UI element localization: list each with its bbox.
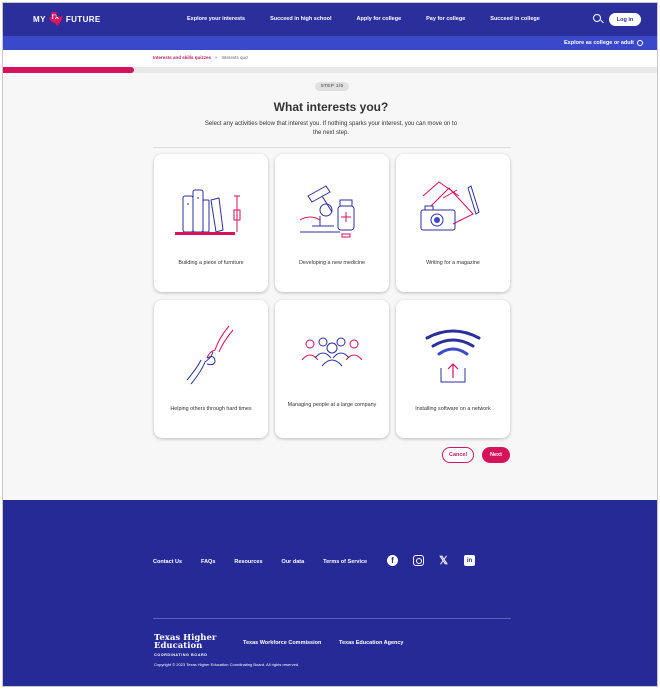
activity-card-label: Installing software on a network	[415, 406, 491, 412]
nav-explore-interests[interactable]: Explore your interests	[187, 16, 245, 22]
main-nav: Explore your interests Succeed in high s…	[187, 16, 565, 22]
footer-link-resources[interactable]: Resources	[234, 559, 262, 565]
texas-shape-icon: TX	[48, 12, 63, 26]
explore-label: Explore as college or adult	[564, 40, 634, 46]
sub-bar: Explore as college or adult	[3, 36, 657, 50]
breadcrumb: Interests and skills quizzes » Interests…	[153, 55, 248, 60]
divider	[153, 147, 511, 148]
footer-links: Contact Us FAQs Resources Our data Terms…	[153, 559, 386, 565]
helping-hands-icon	[186, 325, 234, 385]
microscope-icon	[299, 185, 355, 238]
page-title: What interests you?	[273, 100, 389, 114]
activity-card-magazine[interactable]: Writing for a magazine	[396, 154, 510, 292]
logo-my: MY	[33, 14, 46, 24]
activity-card-software[interactable]: Installing software on a network	[396, 300, 510, 438]
login-button[interactable]: Log in	[609, 13, 641, 26]
x-icon[interactable]: 𝕏	[438, 555, 449, 567]
top-nav: MY TX FUTURE Explore your interests Succ…	[3, 3, 657, 36]
quiz-content: STEP 1/5 What interests you? Select any …	[3, 73, 657, 500]
activity-card-label: Developing a new medicine	[299, 260, 365, 266]
nav-apply-college[interactable]: Apply for college	[357, 16, 402, 22]
activity-card-label: Managing people at a large company	[287, 402, 377, 408]
activity-card-furniture[interactable]: Building a piece of furniture	[154, 154, 268, 292]
site-logo[interactable]: MY TX FUTURE	[33, 12, 101, 26]
footer-link-faqs[interactable]: FAQs	[201, 559, 215, 565]
nav-succeed-high-school[interactable]: Succeed in high school	[270, 16, 331, 22]
footer-divider	[153, 618, 511, 619]
footer-link-our-data[interactable]: Our data	[282, 559, 305, 565]
footer-link-terms[interactable]: Terms of Service	[323, 559, 367, 565]
partner-tea-link[interactable]: Texas Education Agency	[339, 640, 404, 646]
camera-icon	[420, 181, 480, 231]
activity-card-medicine[interactable]: Developing a new medicine	[275, 154, 389, 292]
step-indicator: STEP 1/5	[315, 82, 349, 91]
partner-twc-link[interactable]: Texas Workforce Commission	[243, 640, 321, 646]
activity-card-label: Building a piece of furniture	[178, 260, 244, 266]
footer: Contact Us FAQs Resources Our data Terms…	[3, 500, 657, 686]
page-subtitle: Select any activities below that interes…	[204, 121, 458, 136]
breadcrumb-separator: »	[215, 55, 218, 60]
next-button[interactable]: Next	[482, 447, 510, 463]
activity-card-label: Helping others through hard times	[170, 406, 252, 412]
logo-tx: TX	[50, 15, 60, 21]
explore-as-adult-link[interactable]: Explore as college or adult	[564, 40, 643, 46]
activity-card-helping[interactable]: Helping others through hard times	[154, 300, 268, 438]
breadcrumb-parent[interactable]: Interests and skills quizzes	[153, 55, 211, 60]
cancel-button[interactable]: Cancel	[442, 447, 474, 463]
breadcrumb-current: Interests quiz	[221, 55, 249, 60]
linkedin-icon[interactable]: in	[464, 555, 475, 566]
activity-card-label: Writing for a magazine	[426, 260, 480, 266]
activity-card-managing[interactable]: Managing people at a large company	[275, 300, 389, 438]
arrow-circle-icon	[637, 40, 643, 46]
thecb-line2: Education	[154, 641, 203, 651]
instagram-icon[interactable]	[413, 555, 424, 566]
facebook-icon[interactable]: f	[387, 555, 398, 566]
nav-pay-college[interactable]: Pay for college	[426, 16, 465, 22]
nav-succeed-college[interactable]: Succeed in college	[490, 16, 540, 22]
page-frame: MY TX FUTURE Explore your interests Succ…	[2, 2, 658, 687]
footer-link-contact[interactable]: Contact Us	[153, 559, 182, 565]
copyright-text: Copyright © 2023 Texas Higher Education …	[154, 662, 300, 667]
thecb-logo[interactable]: Texas Higher Education COORDINATING BOAR…	[154, 634, 216, 659]
wifi-upload-icon	[425, 329, 481, 383]
logo-future: FUTURE	[65, 14, 101, 24]
people-group-icon	[301, 337, 363, 367]
thecb-line3: COORDINATING BOARD	[154, 653, 208, 657]
furniture-icon	[175, 189, 241, 235]
search-icon[interactable]	[593, 14, 601, 22]
